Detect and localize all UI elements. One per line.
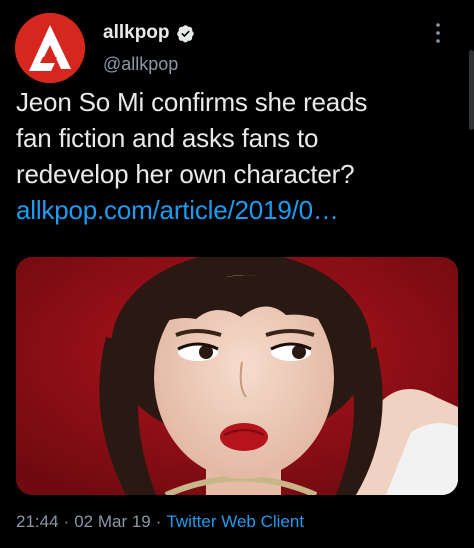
tweet-text-line: fan fiction and asks fans to: [16, 123, 319, 153]
allkpop-logo-icon: [15, 13, 85, 83]
tweet: allkpop @allkpop Jeon So Mi confirms she…: [0, 0, 474, 548]
tweet-text-line: Jeon So Mi confirms she reads: [16, 87, 368, 117]
scrollbar[interactable]: [469, 50, 474, 130]
tweet-date[interactable]: 02 Mar 19: [74, 512, 151, 531]
avatar[interactable]: [15, 13, 85, 83]
tweet-text: Jeon So Mi confirms she reads fan fictio…: [16, 84, 456, 228]
tweet-text-line: redevelop her own character?: [16, 159, 355, 189]
tweet-time[interactable]: 21:44: [16, 512, 59, 531]
tweet-meta: 21:44 · 02 Mar 19 · Twitter Web Client: [16, 512, 304, 532]
meta-separator: ·: [155, 512, 162, 531]
tweet-client[interactable]: Twitter Web Client: [166, 512, 304, 531]
display-name-row[interactable]: allkpop: [103, 22, 195, 44]
handle[interactable]: @allkpop: [103, 54, 178, 74]
meta-separator: ·: [63, 512, 70, 531]
display-name[interactable]: allkpop: [103, 22, 170, 44]
more-vertical-icon[interactable]: [432, 20, 444, 46]
article-link[interactable]: allkpop.com/article/2019/0…: [16, 192, 456, 228]
photo-woman-red-background: [16, 257, 458, 495]
tweet-media-photo[interactable]: [16, 257, 458, 495]
verified-badge-icon: [176, 24, 195, 43]
